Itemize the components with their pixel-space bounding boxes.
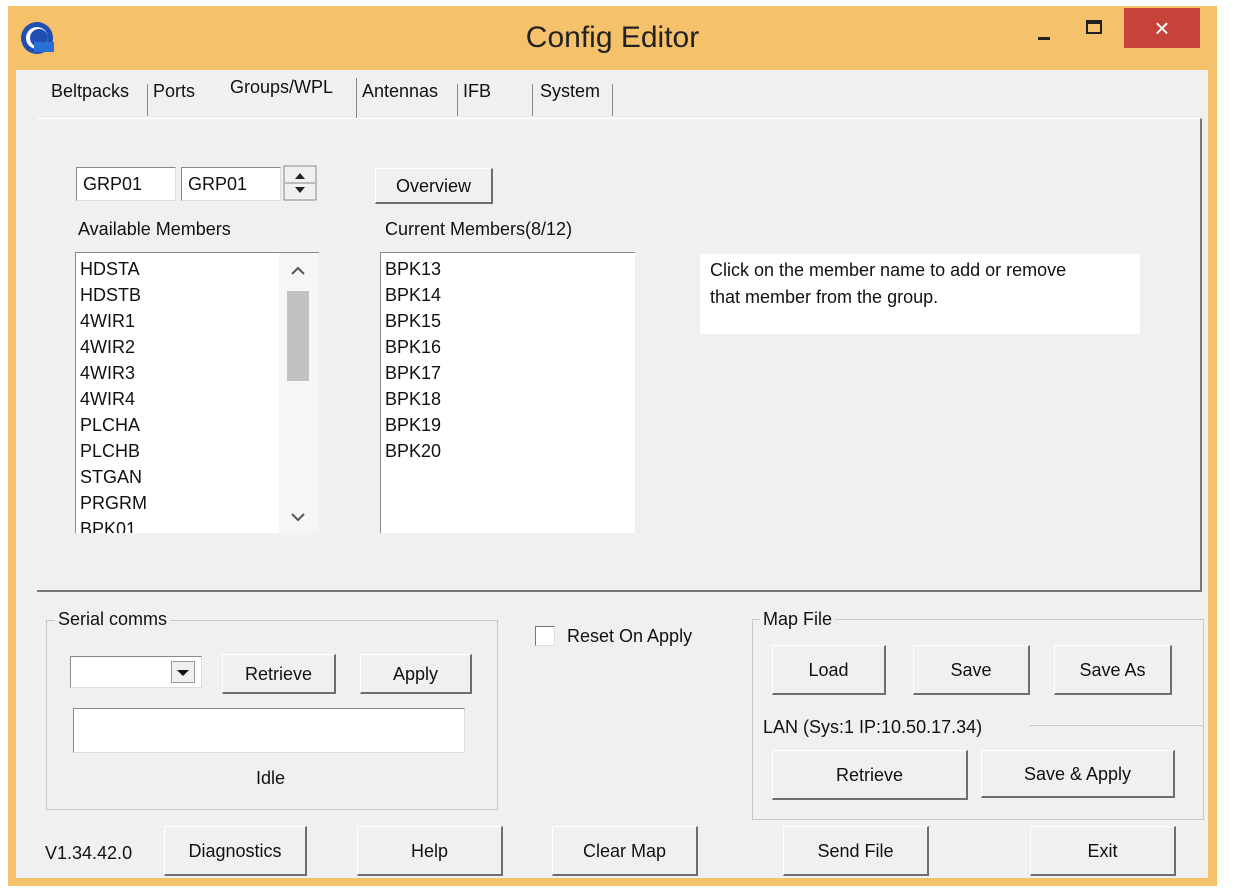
current-members-list[interactable]: BPK13 BPK14 BPK15 BPK16 BPK17 BPK18 BPK19 BPK20 xyxy=(380,252,635,533)
serial-status-text: Idle xyxy=(256,768,286,788)
tab-beltpacks[interactable]: Beltpacks xyxy=(51,81,129,102)
list-item[interactable]: BPK17 xyxy=(381,360,635,386)
help-button[interactable]: Help xyxy=(357,826,503,876)
group-spinner[interactable] xyxy=(283,165,317,201)
minimize-button[interactable] xyxy=(1024,8,1064,50)
com-port-dropdown[interactable] xyxy=(70,656,202,688)
list-item[interactable]: BPK19 xyxy=(381,412,635,438)
serial-comms-title: Serial comms xyxy=(55,609,171,630)
reset-on-apply-label[interactable]: Reset On Apply xyxy=(567,626,692,647)
list-item[interactable]: BPK16 xyxy=(381,334,635,360)
group-name-field[interactable]: GRP01 xyxy=(181,167,281,201)
tab-separator xyxy=(356,78,357,118)
list-item[interactable]: BPK20 xyxy=(381,438,635,464)
clear-map-button[interactable]: Clear Map xyxy=(552,826,698,876)
version-label: V1.34.42.0 xyxy=(45,843,133,863)
tab-ifb[interactable]: IFB xyxy=(463,81,491,102)
lan-save-apply-button[interactable]: Save & Apply xyxy=(981,750,1175,798)
dropdown-arrow-icon[interactable] xyxy=(171,661,195,683)
tab-separator xyxy=(147,84,148,116)
maximize-button[interactable] xyxy=(1074,8,1114,50)
list-item[interactable]: BPK13 xyxy=(381,256,635,282)
tab-separator xyxy=(532,84,533,116)
hint-text-line1: Click on the member name to add or remov… xyxy=(710,260,1067,280)
close-button[interactable]: × xyxy=(1124,8,1200,48)
list-scrollbar[interactable] xyxy=(279,253,319,533)
map-save-button[interactable]: Save xyxy=(913,645,1030,695)
serial-progress-field xyxy=(73,708,465,753)
send-file-button[interactable]: Send File xyxy=(783,826,929,876)
serial-apply-button[interactable]: Apply xyxy=(360,654,472,694)
map-file-title: Map File xyxy=(760,609,836,630)
tab-system[interactable]: System xyxy=(540,81,600,102)
tab-groups-wpl[interactable]: Groups/WPL xyxy=(230,77,333,98)
hint-text-line2: that member from the group. xyxy=(710,287,939,307)
tab-ports[interactable]: Ports xyxy=(153,81,195,102)
map-load-button[interactable]: Load xyxy=(772,645,886,695)
tab-separator xyxy=(612,84,613,116)
diagnostics-button[interactable]: Diagnostics xyxy=(164,826,307,876)
serial-retrieve-button[interactable]: Retrieve xyxy=(222,654,336,694)
exit-button[interactable]: Exit xyxy=(1030,826,1176,876)
available-members-heading: Available Members xyxy=(78,219,231,239)
group-id-field[interactable]: GRP01 xyxy=(76,167,176,201)
tab-antennas[interactable]: Antennas xyxy=(362,81,438,102)
list-item[interactable]: BPK14 xyxy=(381,282,635,308)
available-members-list[interactable]: HDSTA HDSTB 4WIR1 4WIR2 4WIR3 4WIR4 PLCHA PLCHB… xyxy=(75,252,319,533)
list-item[interactable]: BPK15 xyxy=(381,308,635,334)
scrollbar-thumb[interactable] xyxy=(287,291,309,381)
lan-info-label: LAN (Sys:1 IP:10.50.17.34) xyxy=(763,717,983,737)
list-item[interactable]: BPK18 xyxy=(381,386,635,412)
overview-button[interactable]: Overview xyxy=(375,168,493,204)
lan-divider xyxy=(1030,725,1202,726)
current-members-heading: Current Members(8/12) xyxy=(385,219,573,239)
chevron-up-icon[interactable] xyxy=(290,263,306,281)
title-bar[interactable]: Config Editor × xyxy=(8,6,1217,70)
lan-retrieve-button[interactable]: Retrieve xyxy=(772,750,968,800)
chevron-down-icon[interactable] xyxy=(290,509,306,527)
tab-separator xyxy=(457,84,458,116)
map-save-as-button[interactable]: Save As xyxy=(1054,645,1172,695)
reset-on-apply-checkbox[interactable] xyxy=(535,626,555,646)
